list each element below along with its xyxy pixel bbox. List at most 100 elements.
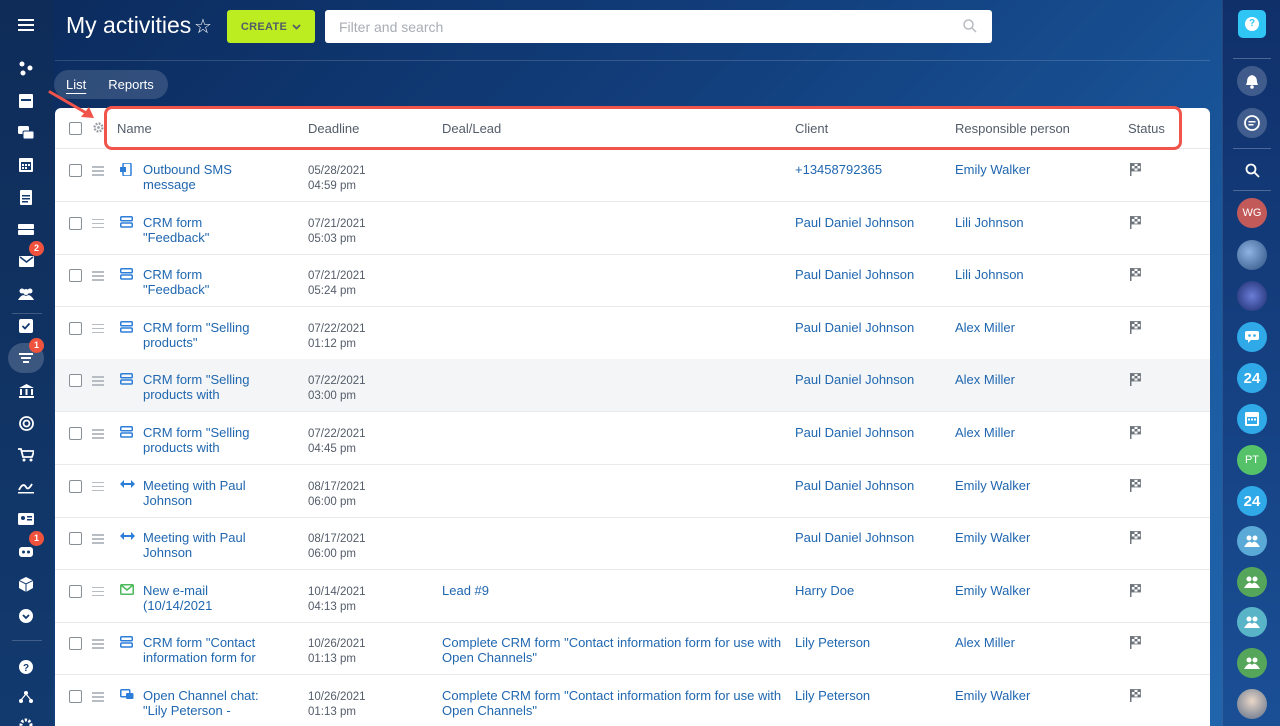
- row-checkbox[interactable]: [69, 637, 82, 651]
- client-link[interactable]: +13458792365: [795, 162, 882, 177]
- row-checkbox[interactable]: [69, 164, 82, 177]
- row-checkbox[interactable]: [69, 321, 82, 335]
- search-input[interactable]: [339, 18, 939, 36]
- row-checkbox[interactable]: [69, 532, 82, 546]
- client-link[interactable]: Paul Daniel Johnson: [795, 215, 914, 230]
- table-row[interactable]: CRM form "Feedback" 07/21/2021 05:24 pm Pau…: [55, 254, 1210, 308]
- client-link[interactable]: Lily Peterson: [795, 688, 870, 703]
- table-row[interactable]: New e-mail (10/14/2021 10/14/2021 04:13 pm…: [55, 570, 1210, 623]
- responsible-link[interactable]: Emily Walker: [955, 688, 1030, 703]
- group-icon-1[interactable]: [1237, 526, 1267, 556]
- status-flag-icon[interactable]: [1130, 320, 1142, 337]
- table-row[interactable]: CRM form "Selling products with 07/22/202…: [55, 412, 1210, 465]
- client-link[interactable]: Paul Daniel Johnson: [795, 425, 914, 440]
- more-icon[interactable]: [8, 601, 44, 631]
- row-checkbox[interactable]: [69, 216, 82, 230]
- table-row[interactable]: CRM form "Feedback" 07/21/2021 05:03 pm Pau…: [55, 202, 1210, 255]
- create-button[interactable]: CREATE: [227, 10, 315, 43]
- client-link[interactable]: Paul Daniel Johnson: [795, 530, 914, 545]
- status-flag-icon[interactable]: [1130, 478, 1142, 495]
- target-icon[interactable]: [8, 408, 44, 438]
- responsible-link[interactable]: Alex Miller: [955, 320, 1015, 335]
- table-row[interactable]: Meeting with Paul Johnson 08/17/2021 06:00…: [55, 517, 1210, 571]
- responsible-link[interactable]: Lili Johnson: [955, 215, 1024, 230]
- group-icon-2[interactable]: [1237, 567, 1267, 597]
- search-icon-right[interactable]: [1237, 155, 1267, 185]
- client-link[interactable]: Paul Daniel Johnson: [795, 267, 914, 282]
- drag-handle-icon[interactable]: [92, 481, 104, 492]
- activity-name-link[interactable]: Open Channel chat: "Lily Peterson -: [143, 688, 268, 718]
- document-icon[interactable]: [8, 182, 44, 212]
- table-row[interactable]: CRM form "Selling products" 07/22/2021 01:…: [55, 307, 1210, 360]
- status-flag-icon[interactable]: [1130, 583, 1142, 600]
- status-flag-icon[interactable]: [1130, 426, 1142, 442]
- drag-handle-icon[interactable]: [92, 218, 104, 229]
- client-link[interactable]: Lily Peterson: [795, 635, 870, 650]
- bell-icon[interactable]: [1237, 66, 1267, 96]
- status-flag-icon[interactable]: [1130, 215, 1142, 232]
- responsible-link[interactable]: Emily Walker: [955, 162, 1030, 177]
- help-icon[interactable]: ?: [8, 652, 44, 682]
- status-flag-icon[interactable]: [1130, 163, 1142, 179]
- row-checkbox[interactable]: [69, 427, 82, 440]
- box-icon[interactable]: [8, 569, 44, 599]
- deal-lead-link[interactable]: Complete CRM form "Contact information f…: [442, 635, 782, 665]
- activity-name-link[interactable]: New e-mail (10/14/2021: [143, 583, 268, 613]
- checklist-icon[interactable]: [8, 311, 44, 341]
- group-icon-3[interactable]: [1237, 607, 1267, 637]
- table-row[interactable]: Meeting with Paul Johnson 08/17/2021 06:00…: [55, 465, 1210, 518]
- avatar-photo-3[interactable]: [1237, 689, 1267, 719]
- drag-handle-icon[interactable]: [92, 166, 104, 176]
- responsible-link[interactable]: Alex Miller: [955, 425, 1015, 440]
- tab-reports[interactable]: Reports: [108, 77, 154, 92]
- status-flag-icon[interactable]: [1130, 689, 1142, 705]
- table-row[interactable]: CRM form "Selling products with 07/22/202…: [55, 359, 1210, 413]
- group-icon-4[interactable]: [1237, 648, 1267, 678]
- client-link[interactable]: Paul Daniel Johnson: [795, 372, 914, 387]
- tasks-icon[interactable]: [8, 86, 44, 116]
- mail-icon[interactable]: 2: [8, 241, 44, 276]
- calendar-icon-right[interactable]: [1237, 404, 1267, 434]
- client-link[interactable]: Paul Daniel Johnson: [795, 320, 914, 335]
- table-row[interactable]: CRM form "Contact information form for 10…: [55, 622, 1210, 676]
- menu-icon[interactable]: [8, 10, 44, 40]
- activity-name-link[interactable]: Outbound SMS message: [143, 162, 268, 192]
- responsible-link[interactable]: Alex Miller: [955, 635, 1015, 650]
- messenger-icon[interactable]: [1237, 108, 1267, 138]
- chat-icon[interactable]: [8, 118, 44, 148]
- activity-name-link[interactable]: CRM form "Selling products": [143, 320, 268, 350]
- avatar-photo-1[interactable]: [1237, 240, 1267, 270]
- drag-handle-icon[interactable]: [92, 429, 104, 439]
- drag-handle-icon[interactable]: [92, 376, 104, 386]
- activity-name-link[interactable]: CRM form "Selling products with: [143, 425, 268, 455]
- responsible-link[interactable]: Lili Johnson: [955, 267, 1024, 282]
- client-link[interactable]: Paul Daniel Johnson: [795, 478, 914, 493]
- drag-handle-icon[interactable]: [92, 323, 104, 334]
- table-row[interactable]: Open Channel chat: "Lily Peterson - 10/26…: [55, 675, 1210, 726]
- row-checkbox[interactable]: [69, 374, 82, 388]
- status-flag-icon[interactable]: [1130, 268, 1142, 284]
- sitemap-icon[interactable]: [8, 682, 44, 712]
- row-checkbox[interactable]: [69, 479, 82, 493]
- deal-lead-link[interactable]: Complete CRM form "Contact information f…: [442, 688, 782, 718]
- avatar-photo-2[interactable]: [1237, 281, 1267, 311]
- search-box[interactable]: [325, 10, 992, 43]
- settings-icon[interactable]: [8, 710, 44, 726]
- activity-name-link[interactable]: Meeting with Paul Johnson: [143, 478, 268, 508]
- drag-handle-icon[interactable]: [92, 692, 104, 702]
- group-chat-icon[interactable]: [1237, 322, 1267, 352]
- responsible-link[interactable]: Emily Walker: [955, 583, 1030, 598]
- status-flag-icon[interactable]: [1130, 373, 1142, 389]
- bitrix24-icon-1[interactable]: 24: [1237, 363, 1267, 393]
- feed-icon[interactable]: [8, 53, 44, 83]
- activity-name-link[interactable]: Meeting with Paul Johnson: [143, 530, 268, 560]
- favorite-star-icon[interactable]: ☆: [194, 14, 212, 39]
- row-checkbox[interactable]: [69, 690, 82, 703]
- contacts-icon[interactable]: [8, 279, 44, 309]
- bitrix24-icon-2[interactable]: 24: [1237, 486, 1267, 516]
- status-flag-icon[interactable]: [1130, 636, 1142, 652]
- activity-name-link[interactable]: CRM form "Feedback": [143, 267, 268, 297]
- avatar-pt[interactable]: PT: [1237, 445, 1267, 475]
- responsible-link[interactable]: Alex Miller: [955, 372, 1015, 387]
- client-link[interactable]: Harry Doe: [795, 583, 854, 598]
